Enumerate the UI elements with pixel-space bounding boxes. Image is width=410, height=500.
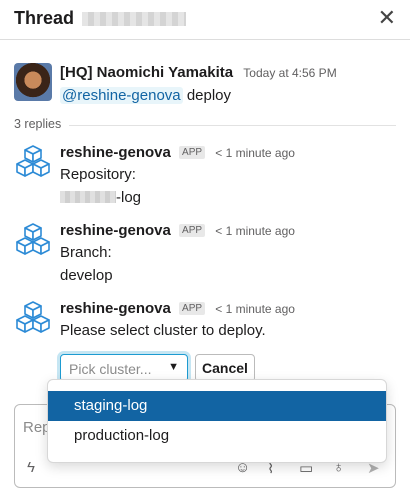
message-text: Branch: [60,244,112,261]
lightning-icon[interactable]: ϟ [27,459,35,476]
replies-divider: 3 replies [14,117,396,133]
timestamp[interactable]: < 1 minute ago [215,146,295,160]
app-badge: APP [179,146,206,159]
option-staging-log[interactable]: staging-log [48,391,386,421]
thread-header: Thread ✕ [0,0,410,40]
repository-suffix: -log [116,189,142,206]
channel-name-redacted [82,12,186,26]
message-text: Please select cluster to deploy. [60,322,266,339]
app-badge: APP [179,224,206,237]
author-name[interactable]: [HQ] Naomichi Yamakita [60,64,233,81]
option-production-log[interactable]: production-log [48,421,386,451]
thread-title: Thread [14,8,75,28]
chevron-down-icon: ▼ [168,361,179,373]
cube-stack-icon [16,145,50,177]
app-avatar[interactable] [14,221,52,259]
app-avatar[interactable] [14,143,52,181]
close-icon[interactable]: ✕ [378,5,396,31]
timestamp[interactable]: < 1 minute ago [215,224,295,238]
message-text: Repository: [60,166,136,183]
branch-value: develop [60,267,113,284]
author-name[interactable]: reshine-genova [60,144,171,161]
author-name[interactable]: reshine-genova [60,300,171,317]
repository-name-redacted [60,191,116,203]
cube-stack-icon [16,223,50,255]
avatar[interactable] [14,63,52,101]
divider-line [14,125,396,126]
cluster-select[interactable]: Pick cluster... ▼ [60,354,188,382]
cube-stack-icon [16,301,50,333]
cluster-select-placeholder: Pick cluster... [69,361,152,377]
timestamp[interactable]: Today at 4:56 PM [243,66,336,80]
timestamp[interactable]: < 1 minute ago [215,302,295,316]
author-name[interactable]: reshine-genova [60,222,171,239]
app-badge: APP [179,302,206,315]
message-text: deploy [186,87,232,104]
cluster-dropdown-menu: staging-log production-log [47,379,387,463]
cancel-button[interactable]: Cancel [195,354,255,382]
user-mention[interactable]: @reshine-genova [60,87,183,104]
reply-count: 3 replies [14,117,70,131]
app-avatar[interactable] [14,299,52,337]
